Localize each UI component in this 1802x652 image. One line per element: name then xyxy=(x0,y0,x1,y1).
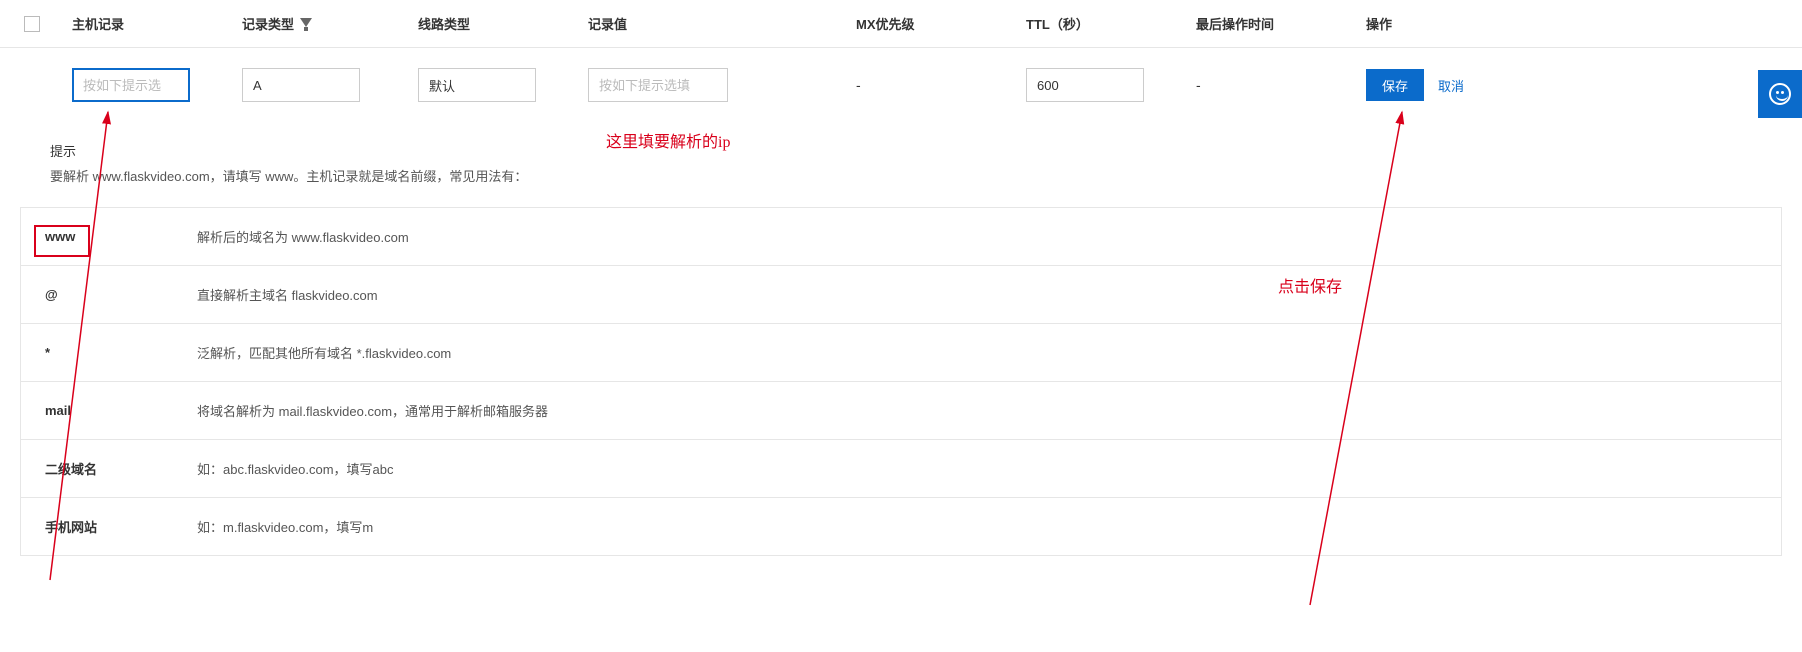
hint-val: 泛解析，匹配其他所有域名 *.flaskvideo.com xyxy=(197,343,451,362)
select-all-checkbox[interactable] xyxy=(24,16,40,32)
cancel-button[interactable]: 取消 xyxy=(1438,76,1464,95)
hint-val: 如：m.flaskvideo.com，填写m xyxy=(197,517,373,536)
line-type-value: 默认 xyxy=(429,76,455,95)
hint-key: mail xyxy=(21,403,197,418)
hint-row: 二级域名 如：abc.flaskvideo.com，填写abc xyxy=(21,440,1781,498)
header-line: 线路类型 xyxy=(418,14,588,33)
header-type-label: 记录类型 xyxy=(242,14,294,33)
filter-icon xyxy=(300,18,312,30)
header-ops: 操作 xyxy=(1366,14,1506,33)
header-lastop: 最后操作时间 xyxy=(1196,14,1366,33)
save-button[interactable]: 保存 xyxy=(1366,69,1424,101)
hint-key: 手机网站 xyxy=(21,517,197,536)
header-mx: MX优先级 xyxy=(856,14,1026,33)
header-value: 记录值 xyxy=(588,14,856,33)
record-edit-row: A 默认 - - 保存 取消 xyxy=(0,48,1802,122)
record-value-input[interactable] xyxy=(588,68,728,102)
host-record-input[interactable] xyxy=(72,68,190,102)
support-icon xyxy=(1769,83,1791,105)
line-type-select[interactable]: 默认 xyxy=(418,68,536,102)
hint-title: 提示 xyxy=(50,140,1802,165)
hint-key: www xyxy=(21,229,197,244)
hint-key: @ xyxy=(21,287,197,302)
hint-key: 二级域名 xyxy=(21,459,197,478)
hint-desc: 要解析 www.flaskvideo.com，请填写 www。主机记录就是域名前… xyxy=(50,165,1802,190)
record-type-value: A xyxy=(253,78,262,93)
header-ttl: TTL（秒） xyxy=(1026,14,1196,33)
ttl-input[interactable] xyxy=(1026,68,1144,102)
hint-row: 手机网站 如：m.flaskvideo.com，填写m xyxy=(21,498,1781,556)
hint-key: * xyxy=(21,345,197,360)
hint-val: 解析后的域名为 www.flaskvideo.com xyxy=(197,227,409,246)
header-type[interactable]: 记录类型 xyxy=(242,14,418,33)
mx-priority-value: - xyxy=(856,77,861,93)
hint-table: www 解析后的域名为 www.flaskvideo.com @ 直接解析主域名… xyxy=(20,207,1782,556)
support-badge[interactable] xyxy=(1758,70,1802,118)
hint-row: @ 直接解析主域名 flaskvideo.com xyxy=(21,266,1781,324)
hint-row: mail 将域名解析为 mail.flaskvideo.com，通常用于解析邮箱… xyxy=(21,382,1781,440)
hint-row: www 解析后的域名为 www.flaskvideo.com xyxy=(21,208,1781,266)
header-checkbox-cell xyxy=(24,16,72,32)
hint-val: 将域名解析为 mail.flaskvideo.com，通常用于解析邮箱服务器 xyxy=(197,401,548,420)
hint-row: * 泛解析，匹配其他所有域名 *.flaskvideo.com xyxy=(21,324,1781,382)
hint-val: 如：abc.flaskvideo.com，填写abc xyxy=(197,459,394,478)
lastop-value: - xyxy=(1196,77,1201,93)
table-header: 主机记录 记录类型 线路类型 记录值 MX优先级 TTL（秒） 最后操作时间 操… xyxy=(0,0,1802,48)
hint-val: 直接解析主域名 flaskvideo.com xyxy=(197,285,378,304)
header-host: 主机记录 xyxy=(72,14,242,33)
hint-block: 提示 要解析 www.flaskvideo.com，请填写 www。主机记录就是… xyxy=(0,122,1802,199)
record-type-select[interactable]: A xyxy=(242,68,360,102)
